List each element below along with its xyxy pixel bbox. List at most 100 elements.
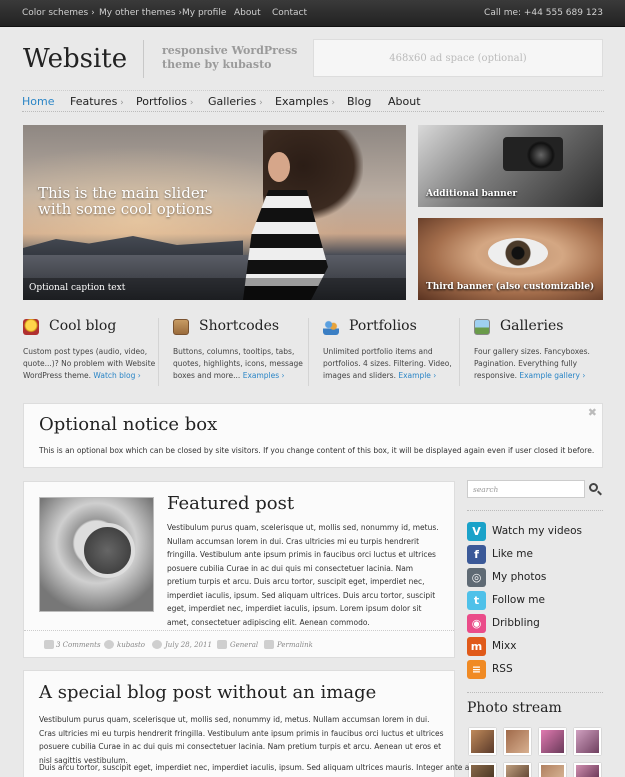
vimeo-icon: V (467, 522, 486, 541)
photostream-thumb[interactable] (574, 763, 601, 777)
main-slider[interactable]: This is the main slider with some cool o… (23, 125, 406, 300)
feature-separator (158, 318, 159, 386)
banner2-label: Third banner (also customizable) (426, 282, 595, 292)
social-facebook[interactable]: f Like me (467, 545, 607, 565)
post-excerpt-2: Duis arcu tortor, suscipit eget, imperdi… (39, 763, 484, 772)
users-icon (323, 319, 339, 335)
photostream-thumb[interactable] (539, 763, 566, 777)
social-label: Dribbling (492, 617, 540, 629)
social-picasa[interactable]: ◎ My photos (467, 568, 607, 588)
post-excerpt: Vestibulum purus quam, scelerisque ut, m… (39, 715, 444, 765)
post-excerpt: Vestibulum purus quam, scelerisque ut, m… (167, 523, 439, 627)
social-label: RSS (492, 663, 513, 675)
topbar-link-profile[interactable]: My profile (182, 8, 226, 18)
comment-icon (44, 640, 54, 649)
third-banner[interactable]: Third banner (also customizable) (418, 218, 603, 300)
chevron-right-icon: › (117, 98, 124, 108)
feature-link[interactable]: Watch blog › (93, 371, 140, 380)
topbar-link-about[interactable]: About (234, 8, 261, 18)
main-nav: Home Features › Portfolios › Galleries ›… (22, 90, 604, 112)
social-rss[interactable]: ≡ RSS (467, 660, 607, 680)
feature-desc: Custom post types (audio, video, quote..… (23, 347, 156, 380)
featured-post: Featured post Vestibulum purus quam, sce… (23, 481, 455, 658)
social-twitter[interactable]: t Follow me (467, 591, 607, 611)
social-vimeo[interactable]: V Watch my videos (467, 522, 607, 542)
notice-title: Optional notice box (39, 414, 218, 435)
clipboard-icon (173, 319, 189, 335)
picasa-icon: ◎ (467, 568, 486, 587)
phone-number: Call me: +44 555 689 123 (484, 8, 603, 18)
camera-lens-shape (527, 141, 555, 169)
feature-desc: Unlimited portfolio items and portfolios… (323, 347, 452, 380)
mixx-icon: m (467, 637, 486, 656)
top-bar: Color schemes › My other themes › My pro… (0, 0, 625, 27)
slider-caption-bar: Optional caption text (23, 278, 406, 300)
nav-item-about[interactable]: About (388, 95, 421, 108)
search-icon[interactable] (589, 483, 598, 492)
blog-post: A special blog post without an image Ves… (23, 670, 484, 777)
close-icon[interactable]: ✖ (588, 406, 597, 419)
feature-title: Shortcodes (199, 318, 280, 334)
social-label: Follow me (492, 594, 545, 606)
feature-title: Portfolios (349, 318, 417, 334)
feature-link[interactable]: Example › (398, 371, 436, 380)
post-meta: 3 Comments kubasto July 28, 2011 General… (24, 630, 454, 658)
nav-item-features[interactable]: Features › (70, 95, 124, 108)
post-author[interactable]: kubasto (117, 641, 145, 649)
feature-desc: Buttons, columns, tooltips, tabs, quotes… (173, 347, 303, 380)
face-shape (268, 152, 290, 182)
social-label: Mixx (492, 640, 517, 652)
nav-item-examples[interactable]: Examples › (275, 95, 335, 108)
post-category[interactable]: General (230, 641, 258, 649)
post-title[interactable]: A special blog post without an image (39, 682, 376, 703)
feature-link[interactable]: Examples › (243, 371, 285, 380)
nav-item-blog[interactable]: Blog (347, 95, 371, 108)
dribbble-icon: ◉ (467, 614, 486, 633)
notice-box: Optional notice box This is an optional … (23, 403, 603, 468)
feature-separator (459, 318, 460, 386)
photostream-thumb[interactable] (574, 728, 601, 755)
feature-link[interactable]: Example gallery › (519, 371, 585, 380)
photostream-thumb[interactable] (469, 763, 496, 777)
post-thumbnail[interactable] (39, 497, 154, 612)
photostream-thumb[interactable] (469, 728, 496, 755)
slider-woman-image (228, 130, 363, 300)
ad-space[interactable]: 468x60 ad space (optional) (313, 39, 603, 77)
chevron-right-icon: › (328, 98, 335, 108)
banner1-label: Additional banner (426, 189, 518, 199)
nav-item-portfolios[interactable]: Portfolios › (136, 95, 193, 108)
photostream-title: Photo stream (467, 700, 562, 716)
photostream-thumb[interactable] (504, 728, 531, 755)
chevron-right-icon: › (186, 98, 194, 108)
post-comments[interactable]: 3 Comments (56, 641, 101, 649)
photostream-thumb[interactable] (504, 763, 531, 777)
topbar-link-contact[interactable]: Contact (272, 8, 307, 18)
slider-small-caption: Optional caption text (29, 283, 126, 293)
social-label: Watch my videos (492, 525, 582, 537)
sidebar-divider (467, 692, 603, 693)
feature-title: Cool blog (49, 318, 117, 334)
social-label: My photos (492, 571, 547, 583)
astronaut-helmet-shape (80, 523, 135, 578)
slider-caption: This is the main slider with some cool o… (38, 184, 213, 218)
topbar-link-color-schemes[interactable]: Color schemes › (22, 8, 95, 18)
photostream-thumb[interactable] (539, 728, 566, 755)
search-input[interactable]: search (467, 480, 585, 498)
site-logo[interactable]: Website (23, 44, 127, 74)
post-date: July 28, 2011 (165, 641, 212, 649)
sidebar-divider (467, 510, 603, 511)
social-dribbble[interactable]: ◉ Dribbling (467, 614, 607, 634)
additional-banner[interactable]: Additional banner (418, 125, 603, 207)
eye-shape (488, 238, 548, 268)
image-icon (474, 319, 490, 335)
post-title[interactable]: Featured post (167, 493, 294, 514)
social-mixx[interactable]: m Mixx (467, 637, 607, 657)
post-permalink[interactable]: Permalink (277, 641, 313, 649)
topbar-link-other-themes[interactable]: My other themes › (99, 8, 182, 18)
facebook-icon: f (467, 545, 486, 564)
ribbon-icon (23, 319, 39, 335)
nav-item-home[interactable]: Home (22, 95, 54, 108)
folder-icon (217, 640, 227, 649)
feature-separator (308, 318, 309, 386)
nav-item-galleries[interactable]: Galleries › (208, 95, 263, 108)
